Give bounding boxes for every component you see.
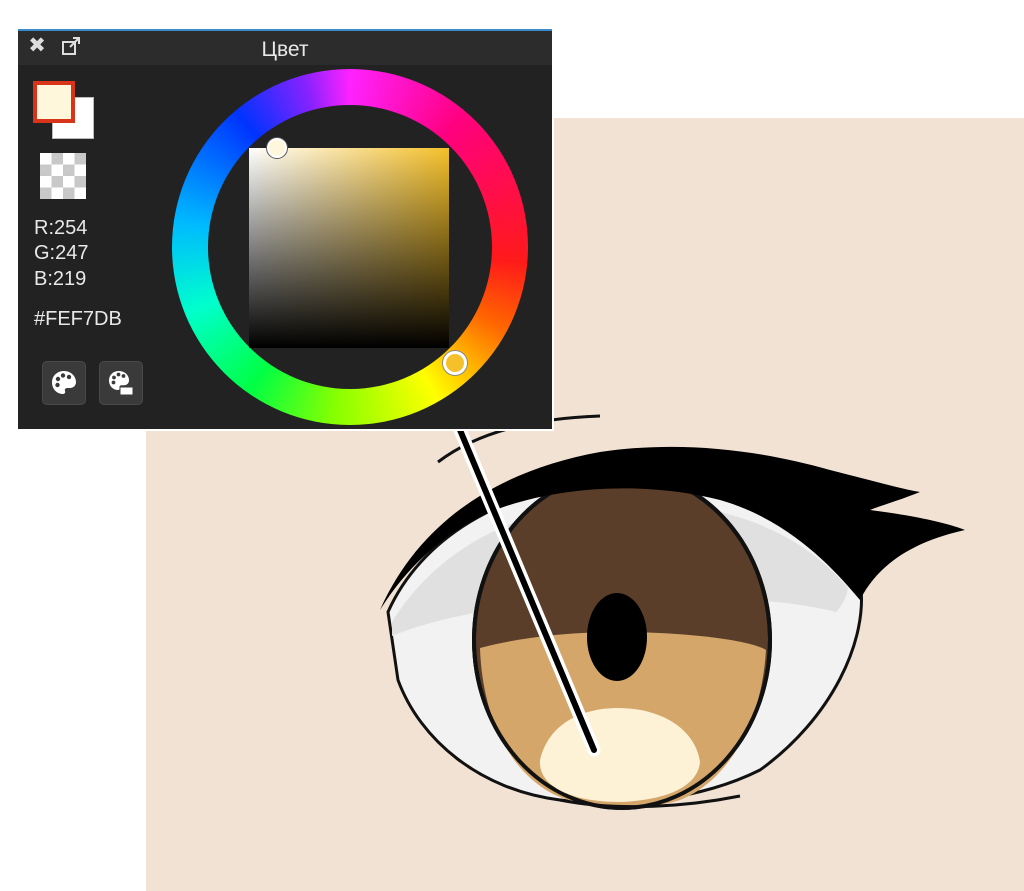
saturation-value-square[interactable] xyxy=(249,148,449,348)
red-value: R:254 xyxy=(34,217,88,239)
green-value: G:247 xyxy=(34,242,89,264)
panel-header: ✖ Цвет xyxy=(18,31,552,65)
color-panel: ✖ Цвет R:254 G:247 B:219 #FEF7DB xyxy=(16,27,554,431)
blue-value: B:219 xyxy=(34,268,87,290)
foreground-color-swatch[interactable] xyxy=(33,81,75,123)
hue-handle[interactable] xyxy=(443,351,467,375)
panel-title: Цвет xyxy=(261,38,309,61)
palette-set-icon xyxy=(109,371,134,396)
pupil xyxy=(587,593,647,681)
palette-icon xyxy=(52,371,76,394)
screen: ✖ Цвет R:254 G:247 B:219 #FEF7DB xyxy=(0,0,1024,891)
palette-button[interactable] xyxy=(42,361,86,405)
hex-value[interactable]: #FEF7DB xyxy=(34,307,122,331)
saturation-value-handle[interactable] xyxy=(267,138,287,158)
palette-set-button[interactable] xyxy=(99,361,143,405)
transparent-color-swatch[interactable] xyxy=(40,153,86,199)
